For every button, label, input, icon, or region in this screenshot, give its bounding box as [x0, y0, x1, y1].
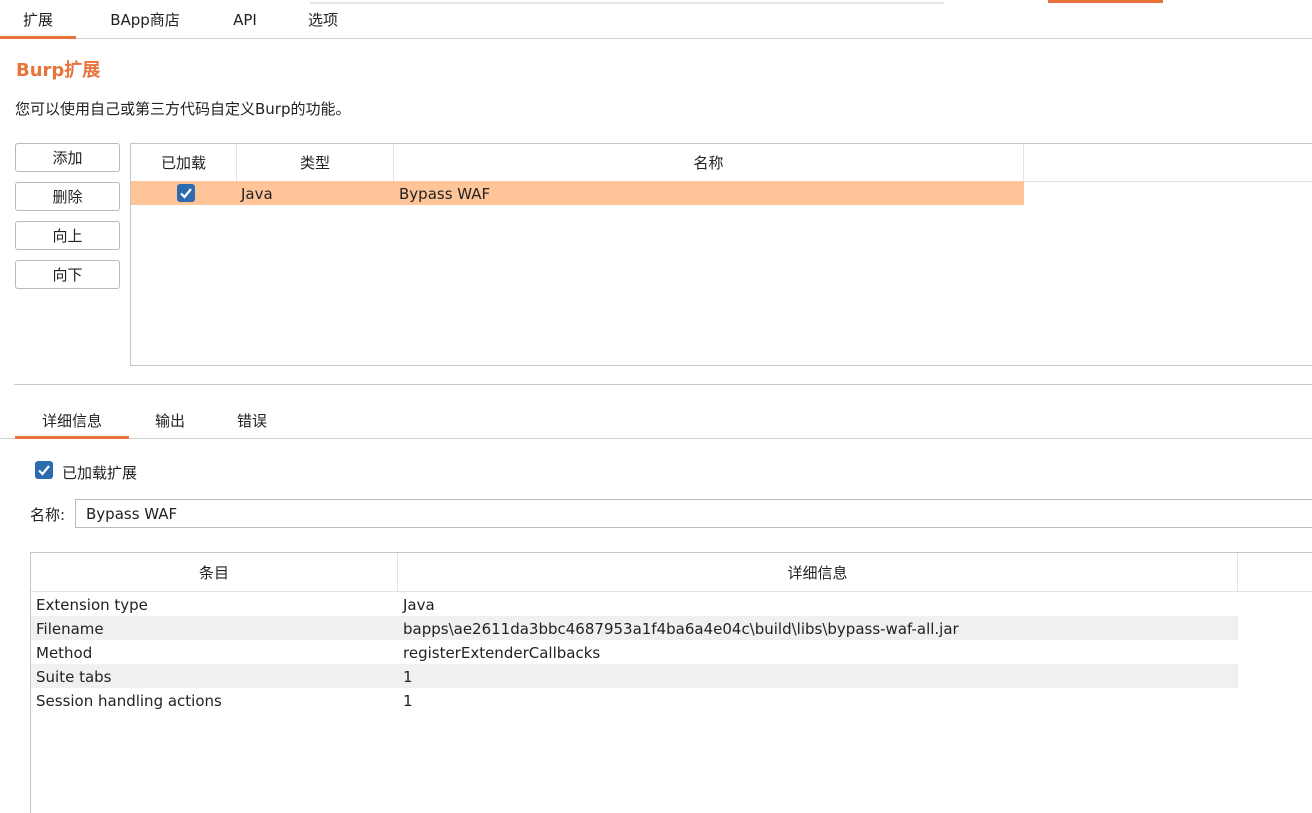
- extensions-table[interactable]: 已加载 类型 名称 Java Bypass WAF: [130, 143, 1312, 366]
- checkmark-icon: [180, 188, 192, 199]
- extension-loaded-label: 已加载扩展: [62, 464, 138, 482]
- table-row[interactable]: Filename bapps\ae2611da3bbc4687953a1f4ba…: [31, 616, 1238, 640]
- tab-options[interactable]: 选项: [293, 0, 353, 38]
- table-row[interactable]: Method registerExtenderCallbacks: [31, 640, 1238, 664]
- loaded-checkbox[interactable]: [177, 184, 195, 202]
- table-row[interactable]: Session handling actions 1: [31, 688, 1238, 712]
- row-value: 1: [403, 668, 413, 686]
- extensions-table-header: 已加载 类型 名称: [131, 144, 1312, 182]
- top-bar-accent: [1048, 0, 1163, 3]
- table-row[interactable]: Suite tabs 1: [31, 664, 1238, 688]
- row-value: 1: [403, 692, 413, 710]
- tab-extensions[interactable]: 扩展: [0, 0, 76, 39]
- row-item: Method: [36, 644, 93, 662]
- column-header-detail[interactable]: 详细信息: [398, 553, 1238, 591]
- page-title: Burp扩展: [16, 60, 101, 81]
- column-header-name[interactable]: 名称: [394, 144, 1024, 181]
- move-up-button[interactable]: 向上: [15, 221, 120, 250]
- tab-bapp-store[interactable]: BApp商店: [95, 0, 195, 38]
- row-item: Session handling actions: [36, 692, 222, 710]
- row-item: Extension type: [36, 596, 148, 614]
- row-item: Suite tabs: [36, 668, 112, 686]
- name-label: 名称:: [30, 506, 66, 524]
- add-button[interactable]: 添加: [15, 143, 120, 172]
- row-name: Bypass WAF: [399, 185, 491, 203]
- move-down-button[interactable]: 向下: [15, 260, 120, 289]
- table-row[interactable]: Extension type Java: [31, 592, 1238, 616]
- column-header-type[interactable]: 类型: [237, 144, 394, 181]
- details-table[interactable]: 条目 详细信息 Extension type Java Filename bap…: [30, 552, 1312, 813]
- top-bar-divider: [310, 2, 944, 4]
- tab-output[interactable]: 输出: [140, 403, 200, 438]
- tab-details[interactable]: 详细信息: [15, 403, 129, 439]
- remove-button[interactable]: 删除: [15, 182, 120, 211]
- row-item: Filename: [36, 620, 104, 638]
- column-header-loaded[interactable]: 已加载: [131, 144, 237, 181]
- tab-api[interactable]: API: [215, 0, 275, 38]
- name-field[interactable]: Bypass WAF: [75, 499, 1312, 528]
- row-value: bapps\ae2611da3bbc4687953a1f4ba6a4e04c\b…: [403, 620, 959, 638]
- page-description: 您可以使用自己或第三方代码自定义Burp的功能。: [15, 100, 351, 118]
- row-type: Java: [241, 185, 273, 203]
- table-row[interactable]: Java Bypass WAF: [131, 181, 1024, 205]
- row-value: Java: [403, 596, 435, 614]
- checkmark-icon: [38, 465, 50, 476]
- extension-loaded-checkbox[interactable]: [35, 461, 53, 479]
- detail-tab-bar: 详细信息 输出 错误: [0, 403, 1312, 439]
- tab-errors[interactable]: 错误: [222, 403, 282, 438]
- details-table-header: 条目 详细信息: [31, 553, 1312, 592]
- section-divider: [14, 384, 1312, 385]
- column-header-item[interactable]: 条目: [31, 553, 398, 591]
- top-tab-bar: 扩展 BApp商店 API 选项: [0, 0, 1312, 39]
- row-value: registerExtenderCallbacks: [403, 644, 601, 662]
